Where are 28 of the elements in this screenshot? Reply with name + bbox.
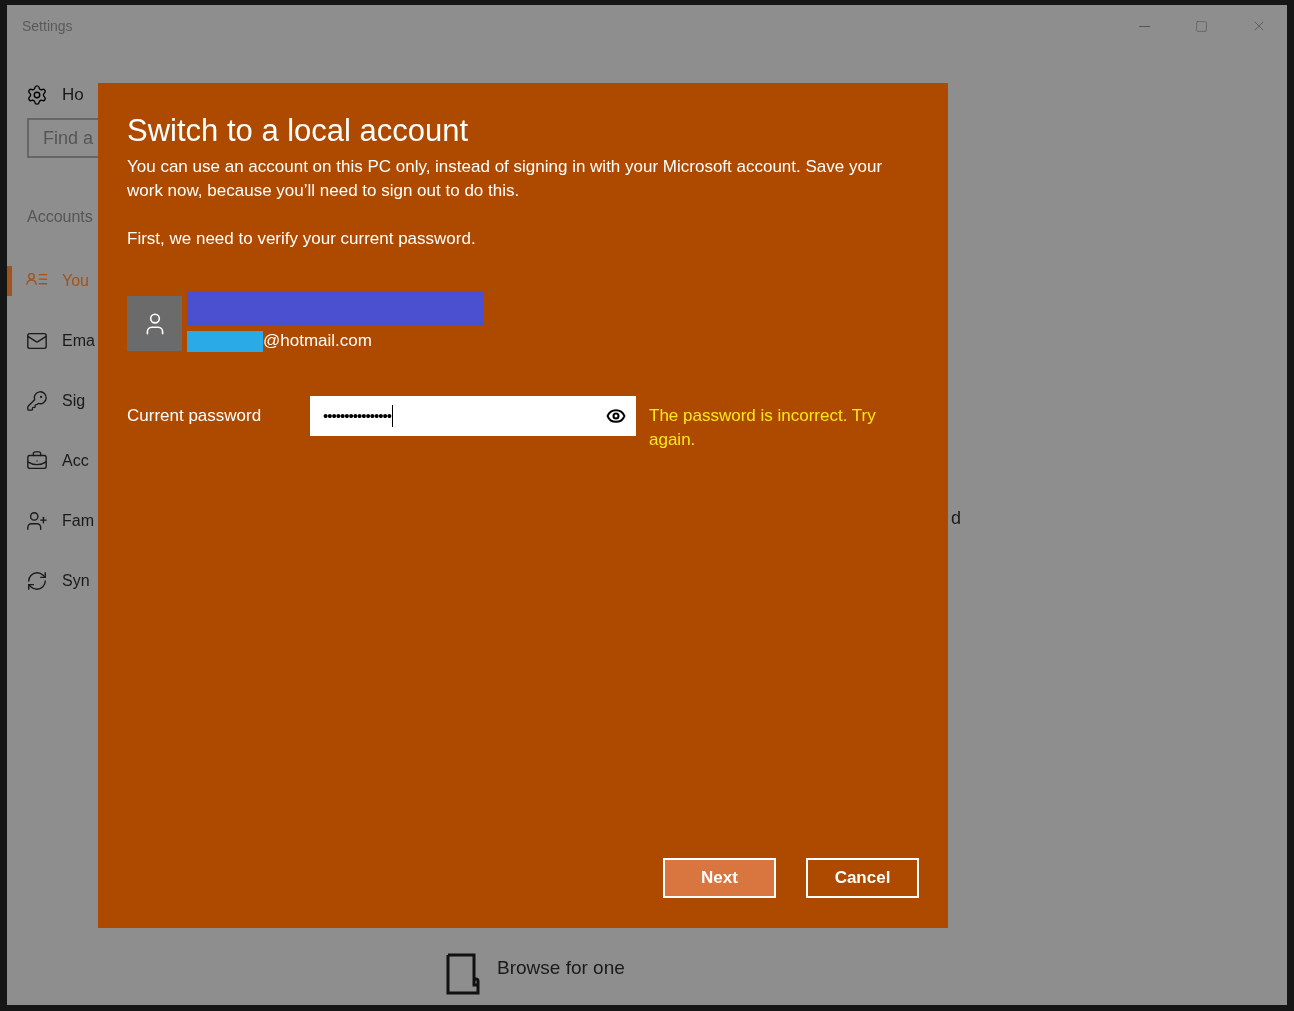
dialog-description: You can use an account on this PC only, instead of signing in with your Microsoft account. Save your work now, because you’ll need to sign out to do this. [127, 156, 884, 202]
folder-icon [446, 953, 480, 995]
sync-icon [26, 570, 48, 592]
maximize-icon [1195, 19, 1208, 33]
settings-icon [26, 84, 48, 106]
section-heading: Accounts [27, 208, 93, 225]
sidebar-item[interactable]: Fam [62, 509, 94, 533]
sidebar-item[interactable]: Ema [62, 329, 95, 353]
cancel-button[interactable]: Cancel [806, 858, 919, 898]
account-email: @hotmail.com [263, 330, 372, 352]
error-message: The password is incorrect. Try again. [649, 405, 877, 451]
dialog-title: Switch to a local account [127, 112, 470, 150]
sidebar-item[interactable]: Ho [62, 82, 84, 108]
person-plus-icon [26, 510, 48, 532]
field-label: Current password [127, 405, 263, 427]
sidebar-item[interactable]: Sig [62, 389, 86, 413]
briefcase-icon [26, 450, 48, 472]
sidebar-item[interactable]: Syn [62, 569, 90, 593]
envelope-icon [26, 330, 48, 352]
minimize-icon [1139, 25, 1150, 27]
browse-link[interactable]: Browse for one [497, 954, 625, 983]
reveal-password-icon[interactable] [606, 406, 626, 426]
sidebar-item[interactable]: Acc [62, 449, 89, 473]
key-icon [26, 390, 48, 412]
next-button[interactable]: Next [663, 858, 776, 898]
partial-text: d [951, 508, 961, 528]
password-field[interactable]: •••••••••••••••• [310, 396, 636, 436]
dialog-prompt: First, we need to verify your current password. [127, 228, 477, 250]
